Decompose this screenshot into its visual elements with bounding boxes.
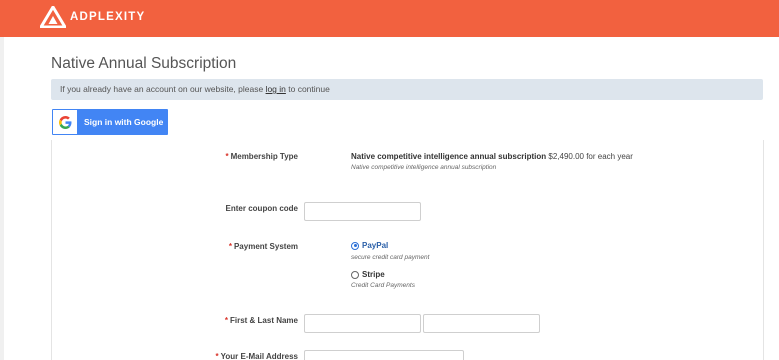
page-title: Native Annual Subscription bbox=[51, 55, 237, 72]
google-icon bbox=[58, 115, 71, 129]
required-marker: * bbox=[224, 316, 228, 325]
login-notice: If you already have an account on our we… bbox=[51, 79, 763, 100]
paypal-note: secure credit card payment bbox=[351, 254, 430, 261]
coupon-input[interactable] bbox=[304, 202, 421, 221]
membership-price: $2,490.00 for each year bbox=[548, 152, 633, 161]
stripe-radio[interactable] bbox=[351, 270, 359, 279]
top-bar: ADPLEXITY bbox=[0, 0, 779, 37]
email-label: * Your E-Mail Address bbox=[216, 352, 298, 360]
page: ADPLEXITY Native Annual Subscription If … bbox=[0, 0, 779, 360]
google-sign-in-label: Sign in with Google bbox=[84, 117, 164, 127]
membership-type-label-text: Membership Type bbox=[230, 152, 298, 161]
required-marker: * bbox=[225, 152, 229, 161]
login-notice-text-before: If you already have an account on our we… bbox=[60, 84, 266, 94]
main-content: Native Annual Subscription If you alread… bbox=[4, 37, 779, 360]
full-name-label: * First & Last Name bbox=[225, 316, 298, 325]
required-marker: * bbox=[215, 352, 219, 360]
full-name-label-text: First & Last Name bbox=[229, 316, 298, 325]
payment-option-paypal[interactable]: PayPal bbox=[351, 241, 388, 250]
login-link[interactable]: log in bbox=[266, 84, 286, 94]
membership-plan-name: Native competitive intelligence annual s… bbox=[351, 152, 547, 161]
paypal-label: PayPal bbox=[362, 241, 389, 250]
brand-name: ADPLEXITY bbox=[70, 11, 146, 23]
email-label-text: Your E-Mail Address bbox=[220, 352, 298, 360]
first-name-input[interactable] bbox=[304, 314, 421, 333]
last-name-input[interactable] bbox=[423, 314, 540, 333]
payment-system-label: * Payment System bbox=[229, 242, 298, 251]
membership-type-label: * Membership Type bbox=[225, 152, 298, 161]
adplexity-logo-icon bbox=[40, 6, 66, 28]
brand-logo[interactable]: ADPLEXITY bbox=[40, 4, 145, 30]
login-notice-text-after: to continue bbox=[285, 84, 330, 94]
coupon-label: Enter coupon code bbox=[225, 204, 298, 213]
signup-form: * Membership Type Native competitive inte… bbox=[51, 140, 764, 360]
email-input[interactable] bbox=[304, 350, 464, 360]
paypal-radio[interactable] bbox=[351, 241, 359, 250]
payment-option-stripe[interactable]: Stripe bbox=[351, 270, 385, 279]
payment-system-label-text: Payment System bbox=[233, 242, 298, 251]
google-sign-in-button[interactable]: Sign in with Google bbox=[52, 109, 168, 135]
stripe-label: Stripe bbox=[362, 270, 385, 279]
required-marker: * bbox=[228, 242, 232, 251]
stripe-note: Credit Card Payments bbox=[351, 282, 415, 289]
membership-type-value: Native competitive intelligence annual s… bbox=[351, 152, 633, 161]
google-icon-box bbox=[53, 110, 77, 134]
membership-note: Native competitive intelligence annual s… bbox=[351, 164, 497, 171]
